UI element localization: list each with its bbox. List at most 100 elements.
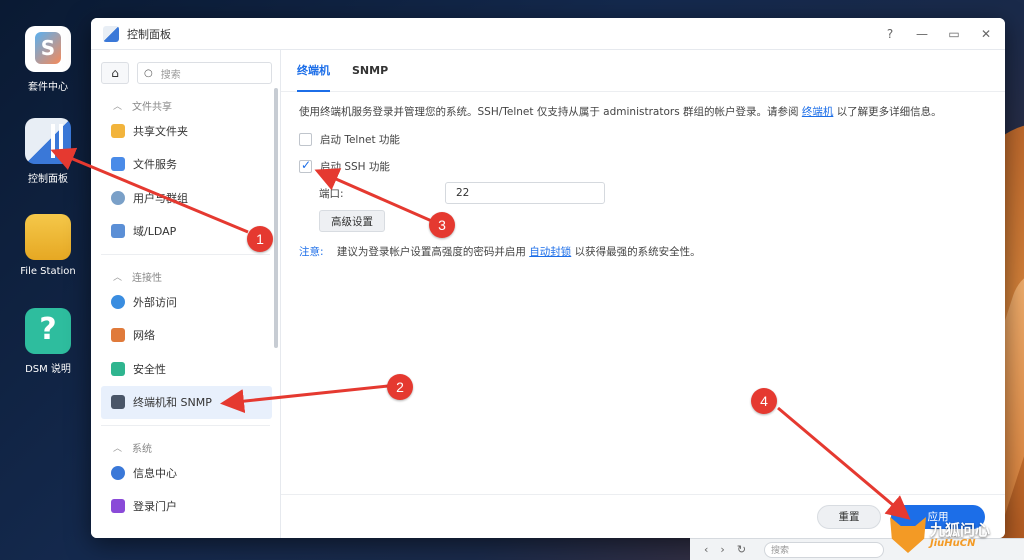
browser-search-input[interactable]: 搜索 xyxy=(764,541,885,558)
browser-search-placeholder: 搜索 xyxy=(771,546,790,556)
note-label: 注意: xyxy=(299,246,324,258)
search-placeholder: 搜索 xyxy=(160,69,181,81)
search-icon: ○ xyxy=(144,67,153,79)
description-text: 以了解更多详细信息。 xyxy=(836,106,942,118)
sidebar-item-info-center[interactable]: 信息中心 xyxy=(91,456,280,490)
sidebar-item-label: 共享文件夹 xyxy=(133,124,188,138)
window-titlebar[interactable]: 控制面板 ? — ▭ ✕ xyxy=(91,18,1005,50)
sidebar-item-users-groups[interactable]: 用户与群组 xyxy=(91,181,280,215)
chevron-up-icon: ︿ xyxy=(113,101,123,112)
ssh-option[interactable]: 启动 SSH 功能 xyxy=(299,158,987,174)
search-input[interactable]: ○ 搜索 xyxy=(137,62,272,84)
minimize-icon[interactable]: — xyxy=(915,27,929,41)
ssh-checkbox[interactable] xyxy=(299,158,312,173)
help-icon[interactable]: ? xyxy=(883,27,897,41)
desktop-icon-label: 控制面板 xyxy=(28,174,68,185)
section-title: 连接性 xyxy=(132,272,163,284)
file-services-icon xyxy=(111,157,125,172)
network-icon xyxy=(111,328,125,343)
info-icon xyxy=(111,465,125,480)
sidebar-item-file-services[interactable]: 文件服务 xyxy=(91,148,280,182)
note-text: 建议为登录帐户设置高强度的密码并启用 xyxy=(336,246,526,258)
telnet-option[interactable]: 启动 Telnet 功能 xyxy=(299,132,987,147)
security-note: 注意: 建议为登录帐户设置高强度的密码并启用 自动封锁 以获得最强的系统安全性。 xyxy=(299,244,987,259)
ssh-label: 启动 SSH 功能 xyxy=(320,161,390,173)
file-station-icon xyxy=(25,214,71,260)
advanced-settings-button[interactable]: 高级设置 xyxy=(319,210,385,232)
note-text: 以获得最强的系统安全性。 xyxy=(574,246,701,258)
section-system[interactable]: ︿ 系统 xyxy=(91,432,280,456)
sidebar-item-label: 登录门户 xyxy=(133,500,177,514)
port-row: 端口: 22 xyxy=(319,182,987,204)
sidebar-divider xyxy=(101,425,270,426)
control-panel-icon xyxy=(25,118,71,164)
window-title: 控制面板 xyxy=(127,27,171,41)
port-label: 端口: xyxy=(319,187,344,200)
terminal-settings: 使用终端机服务登录并管理您的系统。SSH/Telnet 仅支持从属于 admin… xyxy=(281,92,1005,271)
refresh-icon[interactable]: ↻ xyxy=(737,543,746,556)
telnet-checkbox[interactable] xyxy=(299,133,312,146)
sidebar-item-shared-folder[interactable]: 共享文件夹 xyxy=(91,114,280,148)
section-connectivity[interactable]: ︿ 连接性 xyxy=(91,261,280,285)
sidebar-toolbar: ⌂ ○ 搜索 xyxy=(91,50,280,90)
annotation-badge: 2 xyxy=(387,374,413,400)
home-button[interactable]: ⌂ xyxy=(101,62,129,84)
sidebar-item-label: 域/LDAP xyxy=(133,225,177,239)
section-title: 系统 xyxy=(132,443,153,455)
sidebar-item-label: 安全性 xyxy=(133,362,166,376)
sidebar-item-network[interactable]: 网络 xyxy=(91,319,280,353)
sidebar-item-label: 外部访问 xyxy=(133,295,177,309)
package-center-icon xyxy=(25,26,71,72)
sidebar-item-label: 文件服务 xyxy=(133,158,177,172)
annotation-badge: 1 xyxy=(247,226,273,252)
folder-icon xyxy=(111,123,125,138)
sidebar-item-label: 用户与群组 xyxy=(133,191,188,205)
annotation-badge: 3 xyxy=(429,212,455,238)
tab-terminal[interactable]: 终端机 xyxy=(297,50,330,92)
watermark-title: 九狐问心 xyxy=(930,520,991,539)
sidebar-item-label: 终端机和 SNMP xyxy=(133,396,212,410)
auto-block-link[interactable]: 自动封锁 xyxy=(529,246,571,258)
sidebar-item-label: 信息中心 xyxy=(133,466,177,480)
sidebar-item-external-access[interactable]: 外部访问 xyxy=(91,285,280,319)
domain-icon xyxy=(111,224,125,239)
chevron-up-icon: ︿ xyxy=(113,272,123,283)
desktop-icon-dsm-help[interactable]: DSM 说明 xyxy=(8,308,88,375)
login-portal-icon xyxy=(111,499,125,514)
external-access-icon xyxy=(111,294,125,309)
terminal-help-link[interactable]: 终端机 xyxy=(802,106,834,118)
desktop-icon-label: DSM 说明 xyxy=(25,364,71,375)
desktop-icon-label: File Station xyxy=(20,266,76,277)
shield-icon xyxy=(111,361,125,376)
fox-logo-icon xyxy=(890,517,926,553)
tab-bar: 终端机 SNMP xyxy=(281,50,1005,92)
watermark: 九狐问心 JiuHuCN xyxy=(890,517,990,553)
telnet-label: 启动 Telnet 功能 xyxy=(320,134,400,146)
control-panel-window: 控制面板 ? — ▭ ✕ ⌂ ○ 搜索 ︿ 文件共享 共享文件夹 文件服务 用户… xyxy=(91,18,1005,538)
sidebar-scrollbar[interactable] xyxy=(274,88,278,348)
terminal-icon xyxy=(111,395,125,410)
control-panel-icon xyxy=(103,25,119,42)
desktop-icon-package-center[interactable]: 套件中心 xyxy=(8,26,88,93)
forward-icon[interactable]: › xyxy=(720,543,724,556)
users-icon xyxy=(111,190,125,205)
annotation-badge: 4 xyxy=(751,388,777,414)
sidebar-item-security[interactable]: 安全性 xyxy=(91,352,280,386)
desktop-icon-label: 套件中心 xyxy=(28,82,68,93)
sidebar-item-login-portal[interactable]: 登录门户 xyxy=(91,490,280,524)
section-file-sharing[interactable]: ︿ 文件共享 xyxy=(91,90,280,114)
port-input[interactable]: 22 xyxy=(445,182,605,204)
close-icon[interactable]: ✕ xyxy=(979,27,993,41)
desktop-icon-file-station[interactable]: File Station xyxy=(8,214,88,277)
sidebar-item-terminal-snmp[interactable]: 终端机和 SNMP xyxy=(101,385,272,419)
maximize-icon[interactable]: ▭ xyxy=(947,27,961,41)
description: 使用终端机服务登录并管理您的系统。SSH/Telnet 仅支持从属于 admin… xyxy=(299,104,987,120)
back-icon[interactable]: ‹ xyxy=(704,543,708,556)
chevron-up-icon: ︿ xyxy=(113,443,123,454)
tab-snmp[interactable]: SNMP xyxy=(352,50,388,92)
home-icon: ⌂ xyxy=(111,66,119,80)
description-text: 使用终端机服务登录并管理您的系统。SSH/Telnet 仅支持从属于 admin… xyxy=(299,106,799,118)
desktop-icon-control-panel[interactable]: 控制面板 xyxy=(8,118,88,185)
help-icon xyxy=(25,308,71,354)
reset-button[interactable]: 重置 xyxy=(817,504,881,529)
